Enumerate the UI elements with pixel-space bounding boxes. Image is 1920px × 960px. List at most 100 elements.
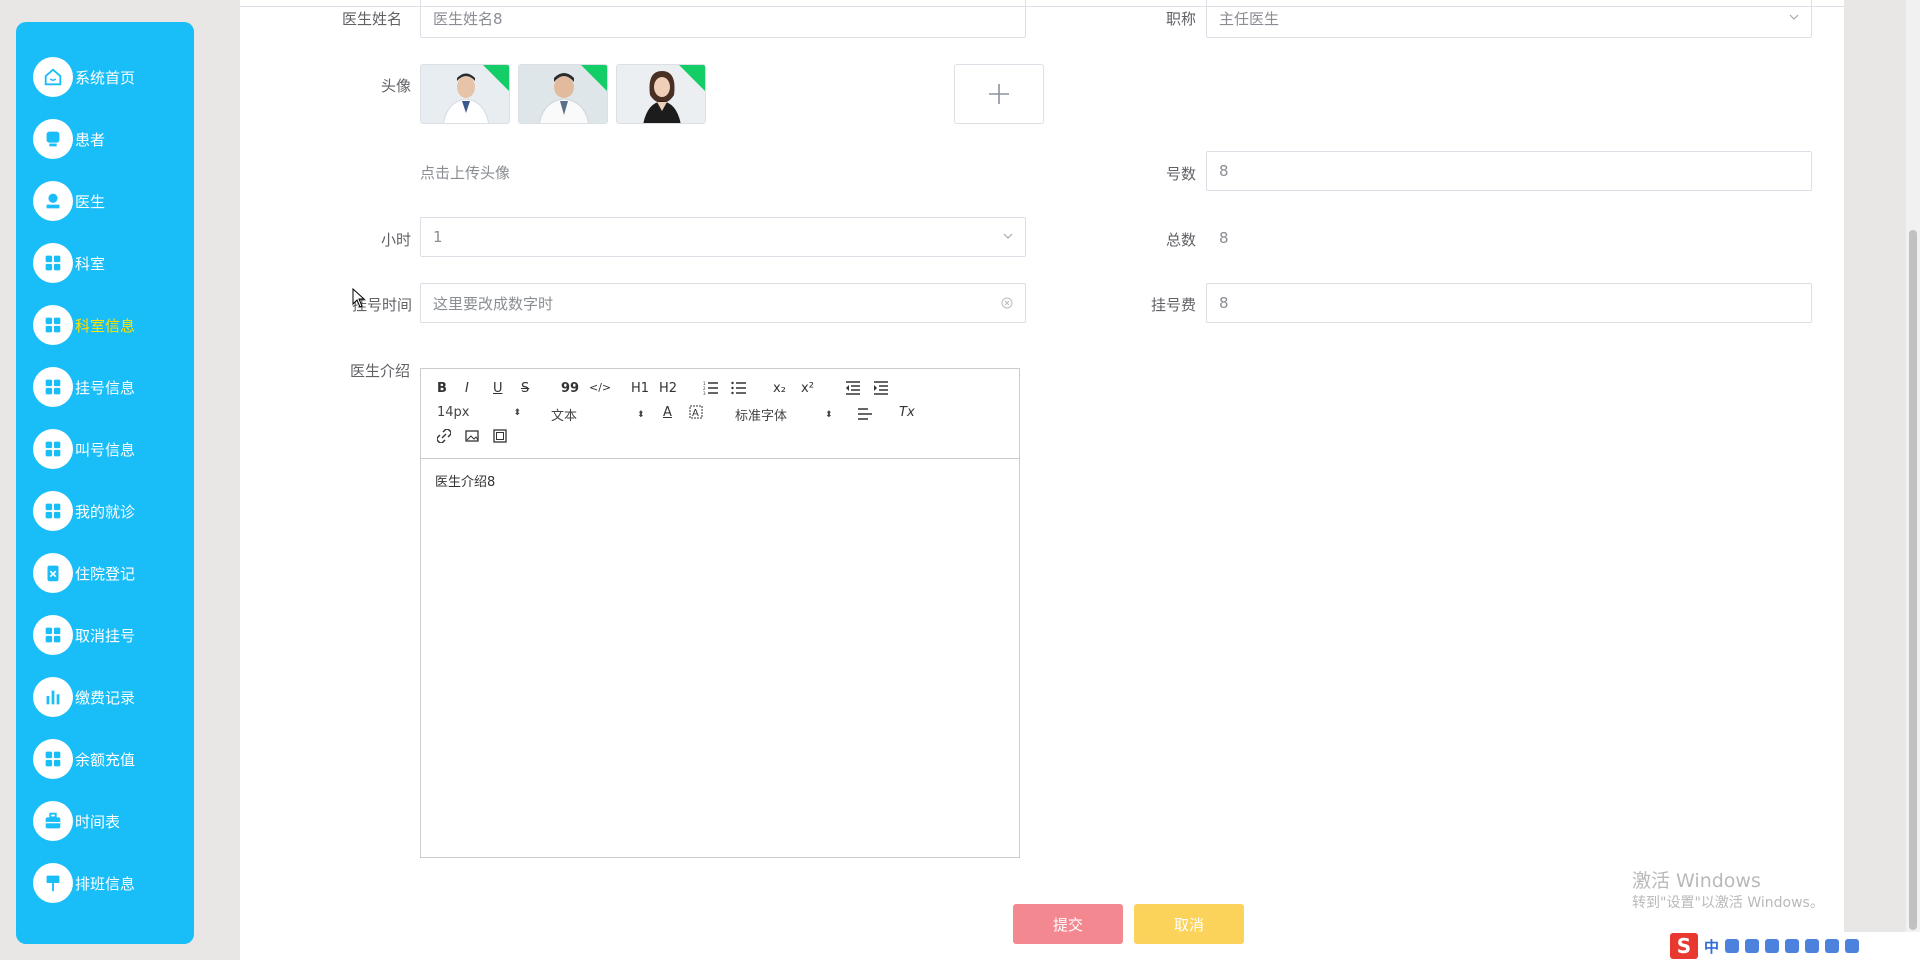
- clear-circle-icon[interactable]: [1001, 297, 1013, 309]
- strike-button[interactable]: S: [521, 381, 529, 396]
- hour-select[interactable]: 1: [420, 217, 1026, 257]
- link-icon[interactable]: [436, 428, 452, 447]
- title-value: 主任医生: [1219, 9, 1280, 28]
- image-icon[interactable]: [465, 429, 479, 447]
- sidebar-item-schedule[interactable]: 排班信息: [16, 852, 194, 914]
- shirt-icon[interactable]: [1825, 939, 1840, 953]
- sidebar-item-timetable[interactable]: 时间表: [16, 790, 194, 852]
- code-button[interactable]: </>: [589, 381, 611, 394]
- align-icon[interactable]: [857, 407, 873, 425]
- cancel-button[interactable]: 取消: [1134, 904, 1244, 944]
- monitor-icon: [33, 119, 73, 159]
- indent-icon[interactable]: [873, 381, 889, 399]
- total-label: 总数: [1166, 231, 1197, 249]
- user-icon[interactable]: [1805, 939, 1820, 953]
- select-arrows-icon: ⬍: [513, 407, 522, 418]
- select-arrows-icon: ⬍: [825, 409, 833, 420]
- reg-fee-value: 8: [1219, 294, 1229, 312]
- sogou-logo-icon[interactable]: S: [1670, 933, 1698, 959]
- sidebar-item-cancel-registration[interactable]: 取消挂号: [16, 604, 194, 666]
- chevron-down-icon: [1003, 233, 1013, 239]
- ime-toolbar: S 中: [1666, 932, 1920, 960]
- number-input[interactable]: 8: [1206, 151, 1812, 191]
- bold-button[interactable]: B: [437, 381, 447, 396]
- activation-watermark-subtitle: 转到"设置"以激活 Windows。: [1632, 895, 1824, 911]
- sidebar-item-label: 叫号信息: [75, 440, 136, 459]
- upload-avatar-button[interactable]: [954, 64, 1044, 124]
- svg-text:3: 3: [703, 391, 706, 395]
- sidebar-item-department[interactable]: 科室: [16, 232, 194, 294]
- sidebar-item-label: 取消挂号: [75, 626, 136, 645]
- hour-value: 1: [433, 228, 443, 246]
- h1-button[interactable]: H1: [631, 381, 649, 396]
- sidebar-item-payment-records[interactable]: 缴费记录: [16, 666, 194, 728]
- underline-button[interactable]: U: [493, 381, 503, 396]
- editor-content[interactable]: 医生介绍8: [421, 459, 1019, 502]
- number-label: 号数: [1166, 165, 1197, 183]
- sidebar-item-call-info[interactable]: 叫号信息: [16, 418, 194, 480]
- bullet-list-icon[interactable]: [731, 381, 747, 399]
- font-color-button[interactable]: A: [663, 405, 672, 420]
- pin-icon: [33, 863, 73, 903]
- chevron-down-icon: [1789, 14, 1799, 20]
- top-divider: [240, 6, 1844, 7]
- font-family-select[interactable]: 标准字体 ⬍: [735, 405, 833, 424]
- sidebar-item-patient[interactable]: 患者: [16, 108, 194, 170]
- ime-language-toggle[interactable]: 中: [1704, 936, 1719, 957]
- outdent-icon[interactable]: [845, 381, 861, 399]
- italic-button[interactable]: I: [465, 381, 469, 396]
- grid-icon: [33, 243, 73, 283]
- avatar-thumbnail-1[interactable]: [420, 64, 510, 124]
- grid-icon: [33, 615, 73, 655]
- total-value: 8: [1219, 229, 1229, 247]
- ordered-list-icon[interactable]: 123: [703, 381, 719, 399]
- scrollbar[interactable]: [1906, 0, 1920, 960]
- video-icon[interactable]: [493, 429, 507, 447]
- subscript-button[interactable]: x₂: [773, 381, 786, 396]
- avatar-thumbnail-2[interactable]: [518, 64, 608, 124]
- avatar-thumbnail-3[interactable]: [616, 64, 706, 124]
- submit-button[interactable]: 提交: [1013, 904, 1123, 944]
- number-value: 8: [1219, 162, 1229, 180]
- sidebar-item-label: 余额充值: [75, 750, 136, 769]
- grid-icon: [33, 491, 73, 531]
- reg-fee-input[interactable]: 8: [1206, 283, 1812, 323]
- select-arrows-icon: ⬍: [637, 409, 645, 420]
- quote-button[interactable]: 99: [561, 381, 579, 396]
- clear-format-button[interactable]: Tx: [899, 405, 915, 420]
- title-label: 职称: [1166, 10, 1197, 28]
- doctor-name-value: 医生姓名8: [433, 9, 503, 28]
- sidebar-item-label: 缴费记录: [75, 688, 136, 707]
- sidebar-item-hospitalization[interactable]: 住院登记: [16, 542, 194, 604]
- hour-label: 小时: [381, 231, 412, 249]
- sidebar-item-label: 科室信息: [75, 316, 136, 335]
- sidebar-item-my-visits[interactable]: 我的就诊: [16, 480, 194, 542]
- text-type-select[interactable]: 文本 ⬍: [551, 405, 645, 424]
- moon-icon[interactable]: [1725, 939, 1740, 953]
- superscript-button[interactable]: x²: [801, 381, 814, 396]
- reg-time-value: 这里要改成数字时: [433, 294, 554, 313]
- doctor-name-label: 医生姓名: [342, 10, 403, 28]
- reg-time-input[interactable]: 这里要改成数字时: [420, 283, 1026, 323]
- editor-toolbar: B I U S 99 </> H1 H2 123 x₂ x² 14px ⬍ 文本…: [421, 369, 1019, 459]
- keyboard-icon[interactable]: [1785, 939, 1800, 953]
- sidebar-item-recharge[interactable]: 余额充值: [16, 728, 194, 790]
- apps-icon[interactable]: [1845, 939, 1860, 953]
- h2-button[interactable]: H2: [659, 381, 677, 396]
- font-family-value: 标准字体: [735, 409, 788, 424]
- sidebar-item-label: 系统首页: [75, 68, 136, 87]
- sidebar-item-department-info[interactable]: 科室信息: [16, 294, 194, 356]
- sidebar-item-label: 时间表: [75, 812, 121, 831]
- sidebar-item-home[interactable]: 系统首页: [16, 46, 194, 108]
- bar-chart-icon: [33, 677, 73, 717]
- sidebar-item-label: 挂号信息: [75, 378, 136, 397]
- sidebar-item-registration-info[interactable]: 挂号信息: [16, 356, 194, 418]
- font-size-select[interactable]: 14px ⬍: [437, 405, 521, 420]
- scrollbar-thumb[interactable]: [1909, 230, 1917, 930]
- sidebar-item-doctor[interactable]: 医生: [16, 170, 194, 232]
- upload-avatar-hint: 点击上传头像: [420, 164, 511, 182]
- activation-watermark-title: 激活 Windows: [1632, 870, 1761, 892]
- background-color-icon[interactable]: A: [689, 405, 703, 423]
- punctuation-icon[interactable]: [1745, 939, 1760, 953]
- microphone-icon[interactable]: [1765, 939, 1780, 953]
